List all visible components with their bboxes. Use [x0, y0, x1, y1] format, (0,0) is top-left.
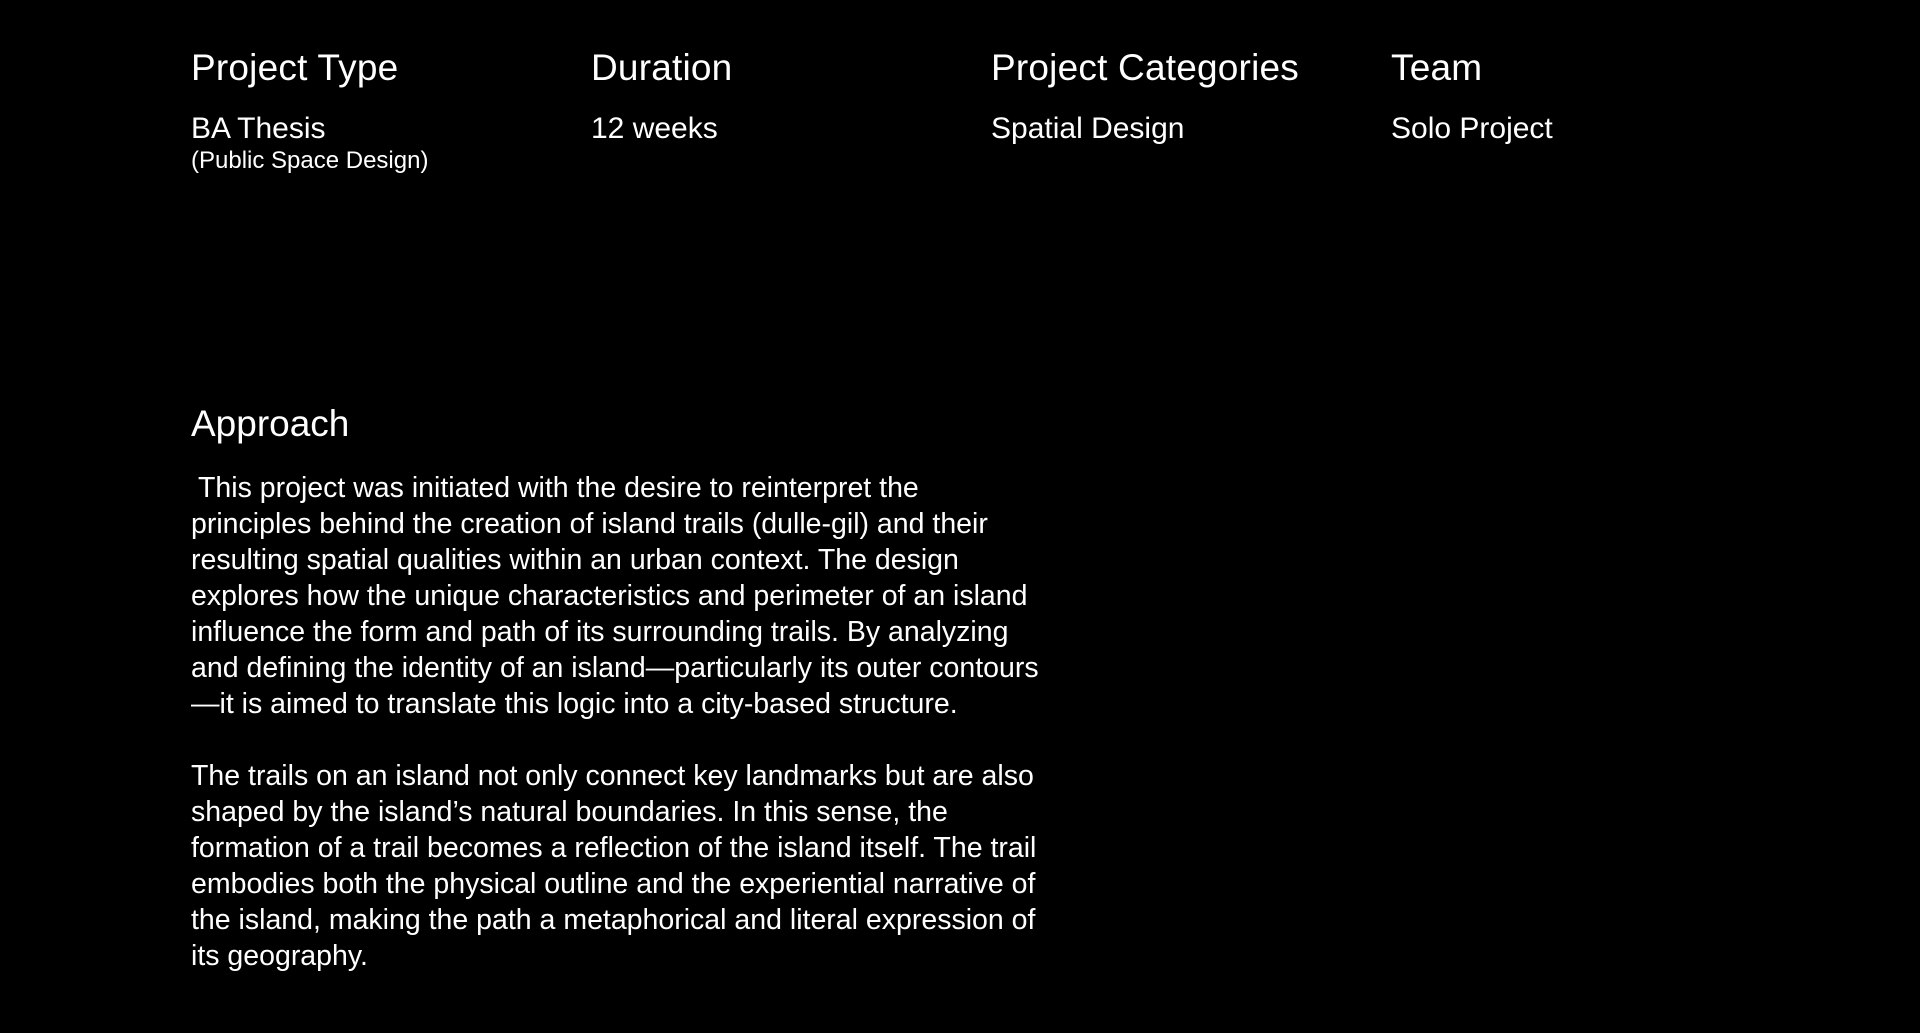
meta-project-type: Project Type BA Thesis (Public Space Des… — [191, 44, 591, 176]
meta-team: Team Solo Project — [1391, 44, 1791, 176]
meta-duration: Duration 12 weeks — [591, 44, 991, 176]
meta-value-project-categories: Spatial Design — [991, 112, 1185, 145]
project-meta-grid: Project Type BA Thesis (Public Space Des… — [191, 44, 1791, 176]
meta-subvalue-project-type: (Public Space Design) — [191, 147, 429, 174]
meta-value-duration: 12 weeks — [591, 112, 718, 145]
meta-heading-project-categories: Project Categories — [991, 47, 1299, 88]
meta-value-team: Solo Project — [1391, 112, 1553, 145]
meta-project-categories: Project Categories Spatial Design — [991, 44, 1391, 176]
meta-heading-team: Team — [1391, 47, 1483, 88]
approach-section: Approach This project was initiated with… — [191, 400, 1041, 974]
approach-paragraph-1: This project was initiated with the desi… — [191, 472, 1039, 720]
meta-value-project-type: BA Thesis — [191, 112, 326, 145]
meta-heading-duration: Duration — [591, 47, 733, 88]
approach-heading: Approach — [191, 403, 350, 444]
project-page: Project Type BA Thesis (Public Space Des… — [0, 0, 1920, 1033]
approach-paragraph-2: The trails on an island not only connect… — [191, 760, 1037, 972]
meta-heading-project-type: Project Type — [191, 47, 399, 88]
